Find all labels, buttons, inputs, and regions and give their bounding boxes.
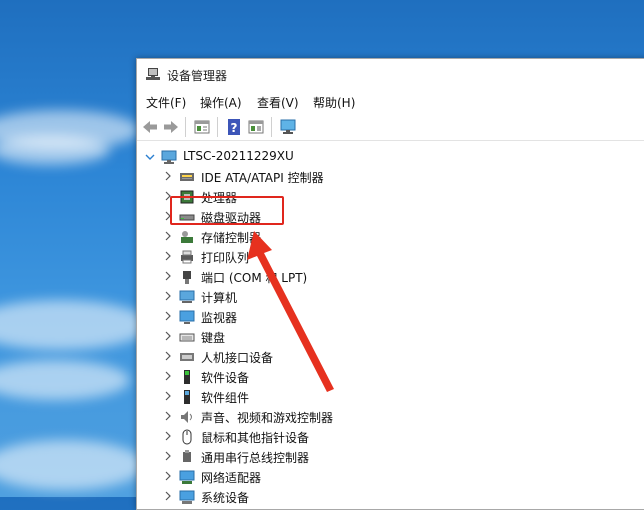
tree-item-monitors[interactable]: 监视器 [163,307,463,327]
system-device-icon [179,490,195,504]
chevron-right-icon[interactable] [163,171,173,181]
usb-icon [183,450,191,462]
tree-item-label: 打印队列 [201,251,250,265]
properties-icon[interactable] [193,118,211,136]
tree-item-label: 声音、视频和游戏控制器 [201,411,334,425]
toolbar: ? [137,114,644,141]
ide-controller-icon [180,173,194,181]
title-bar[interactable]: 设备管理器 [137,59,644,91]
chevron-right-icon[interactable] [163,431,173,441]
tree-item-label: 通用串行总线控制器 [201,451,310,465]
baidu-watermark: Bai 百度 经验 jingyan.baidu.com [494,447,632,488]
network-adapter-icon [179,470,195,484]
storage-controller-icon [181,231,193,243]
cloud [0,135,110,165]
chevron-right-icon[interactable] [163,231,173,241]
menu-help[interactable]: 帮助(H) [313,94,355,111]
chevron-right-icon[interactable] [163,391,173,401]
tree-item-keyboards[interactable]: 键盘 [163,327,463,347]
computer-name: LTSC-20211229XU [183,149,294,163]
menu-bar: 文件(F) 操作(A) 查看(V) 帮助(H) [137,92,644,112]
tree-item-label: IDE ATA/ATAPI 控制器 [201,171,324,185]
update-driver-icon[interactable] [247,118,265,136]
software-device-icon [184,370,190,384]
tree-item-label: 网络适配器 [201,471,262,485]
svg-text:百度: 百度 [570,452,607,474]
printer-icon [181,250,193,264]
tree-item-label: 计算机 [201,291,238,305]
device-manager-icon [146,68,160,80]
sound-icon [181,411,192,423]
help-icon[interactable]: ? [225,118,243,136]
tree-item-print-queues[interactable]: 打印队列 [163,247,463,267]
tree-item-label: 软件设备 [201,371,250,385]
cloud [0,440,145,490]
chevron-right-icon[interactable] [163,291,173,301]
tree-item-label: 键盘 [201,331,226,345]
monitor-icon[interactable] [279,118,297,136]
chevron-right-icon[interactable] [163,311,173,321]
toolbar-separator [271,117,272,137]
mouse-icon [182,429,192,445]
chevron-right-icon[interactable] [163,411,173,421]
chevron-down-icon[interactable] [145,152,155,162]
tree-item-label: 存储控制器 [201,231,262,245]
chevron-right-icon[interactable] [163,331,173,341]
tree-item-network-adapters[interactable]: 网络适配器 [163,467,463,487]
tree-item-ports[interactable]: 端口 (COM 和 LPT) [163,267,463,287]
cloud [0,300,150,350]
menu-file[interactable]: 文件(F) [146,94,186,111]
chevron-right-icon[interactable] [163,491,173,501]
chevron-right-icon[interactable] [163,351,173,361]
tree-item-label: 端口 (COM 和 LPT) [201,271,308,285]
tree-item-hid[interactable]: 人机接口设备 [163,347,463,367]
highlight-box [170,196,284,225]
tree-item-system-devices[interactable]: 系统设备 [163,487,463,507]
software-component-icon [184,390,190,404]
tree-item-ide-controller[interactable]: IDE ATA/ATAPI 控制器 [163,167,463,187]
chevron-right-icon[interactable] [163,371,173,381]
tree-item-software-devices[interactable]: 软件设备 [163,367,463,387]
toolbar-separator [217,117,218,137]
tree-item-software-components[interactable]: 软件组件 [163,387,463,407]
chevron-right-icon[interactable] [163,271,173,281]
computer-icon [179,290,195,303]
tree-item-label: 人机接口设备 [201,351,274,365]
back-icon[interactable] [141,118,159,136]
cloud [0,360,130,400]
tree-item-label: 系统设备 [201,491,250,505]
computer-icon [161,150,177,164]
forward-icon[interactable] [162,118,180,136]
tree-item-mice[interactable]: 鼠标和其他指针设备 [163,427,463,447]
svg-text:jingyan.baidu.com: jingyan.baidu.com [495,477,588,488]
menu-action[interactable]: 操作(A) [200,94,242,111]
tree-item-sound[interactable]: 声音、视频和游戏控制器 [163,407,463,427]
port-icon [183,271,191,284]
window-title: 设备管理器 [167,69,228,83]
svg-text:Bai: Bai [494,447,537,475]
keyboard-icon [179,333,195,342]
menu-view[interactable]: 查看(V) [257,94,299,111]
monitor-icon [179,310,195,324]
tree-item-label: 监视器 [201,311,238,325]
svg-text:经验: 经验 [610,457,632,472]
svg-text:?: ? [231,121,238,135]
tree-item-computer[interactable]: 计算机 [163,287,463,307]
chevron-right-icon[interactable] [163,251,173,261]
chevron-right-icon[interactable] [163,451,173,461]
chevron-right-icon[interactable] [163,471,173,481]
toolbar-separator [185,117,186,137]
tree-item-label: 鼠标和其他指针设备 [201,431,310,445]
tree-item-label: 软件组件 [201,391,250,405]
tree-item-usb[interactable]: 通用串行总线控制器 [163,447,463,467]
tree-item-storage-controllers[interactable]: 存储控制器 [163,227,463,247]
hid-icon [180,353,194,361]
